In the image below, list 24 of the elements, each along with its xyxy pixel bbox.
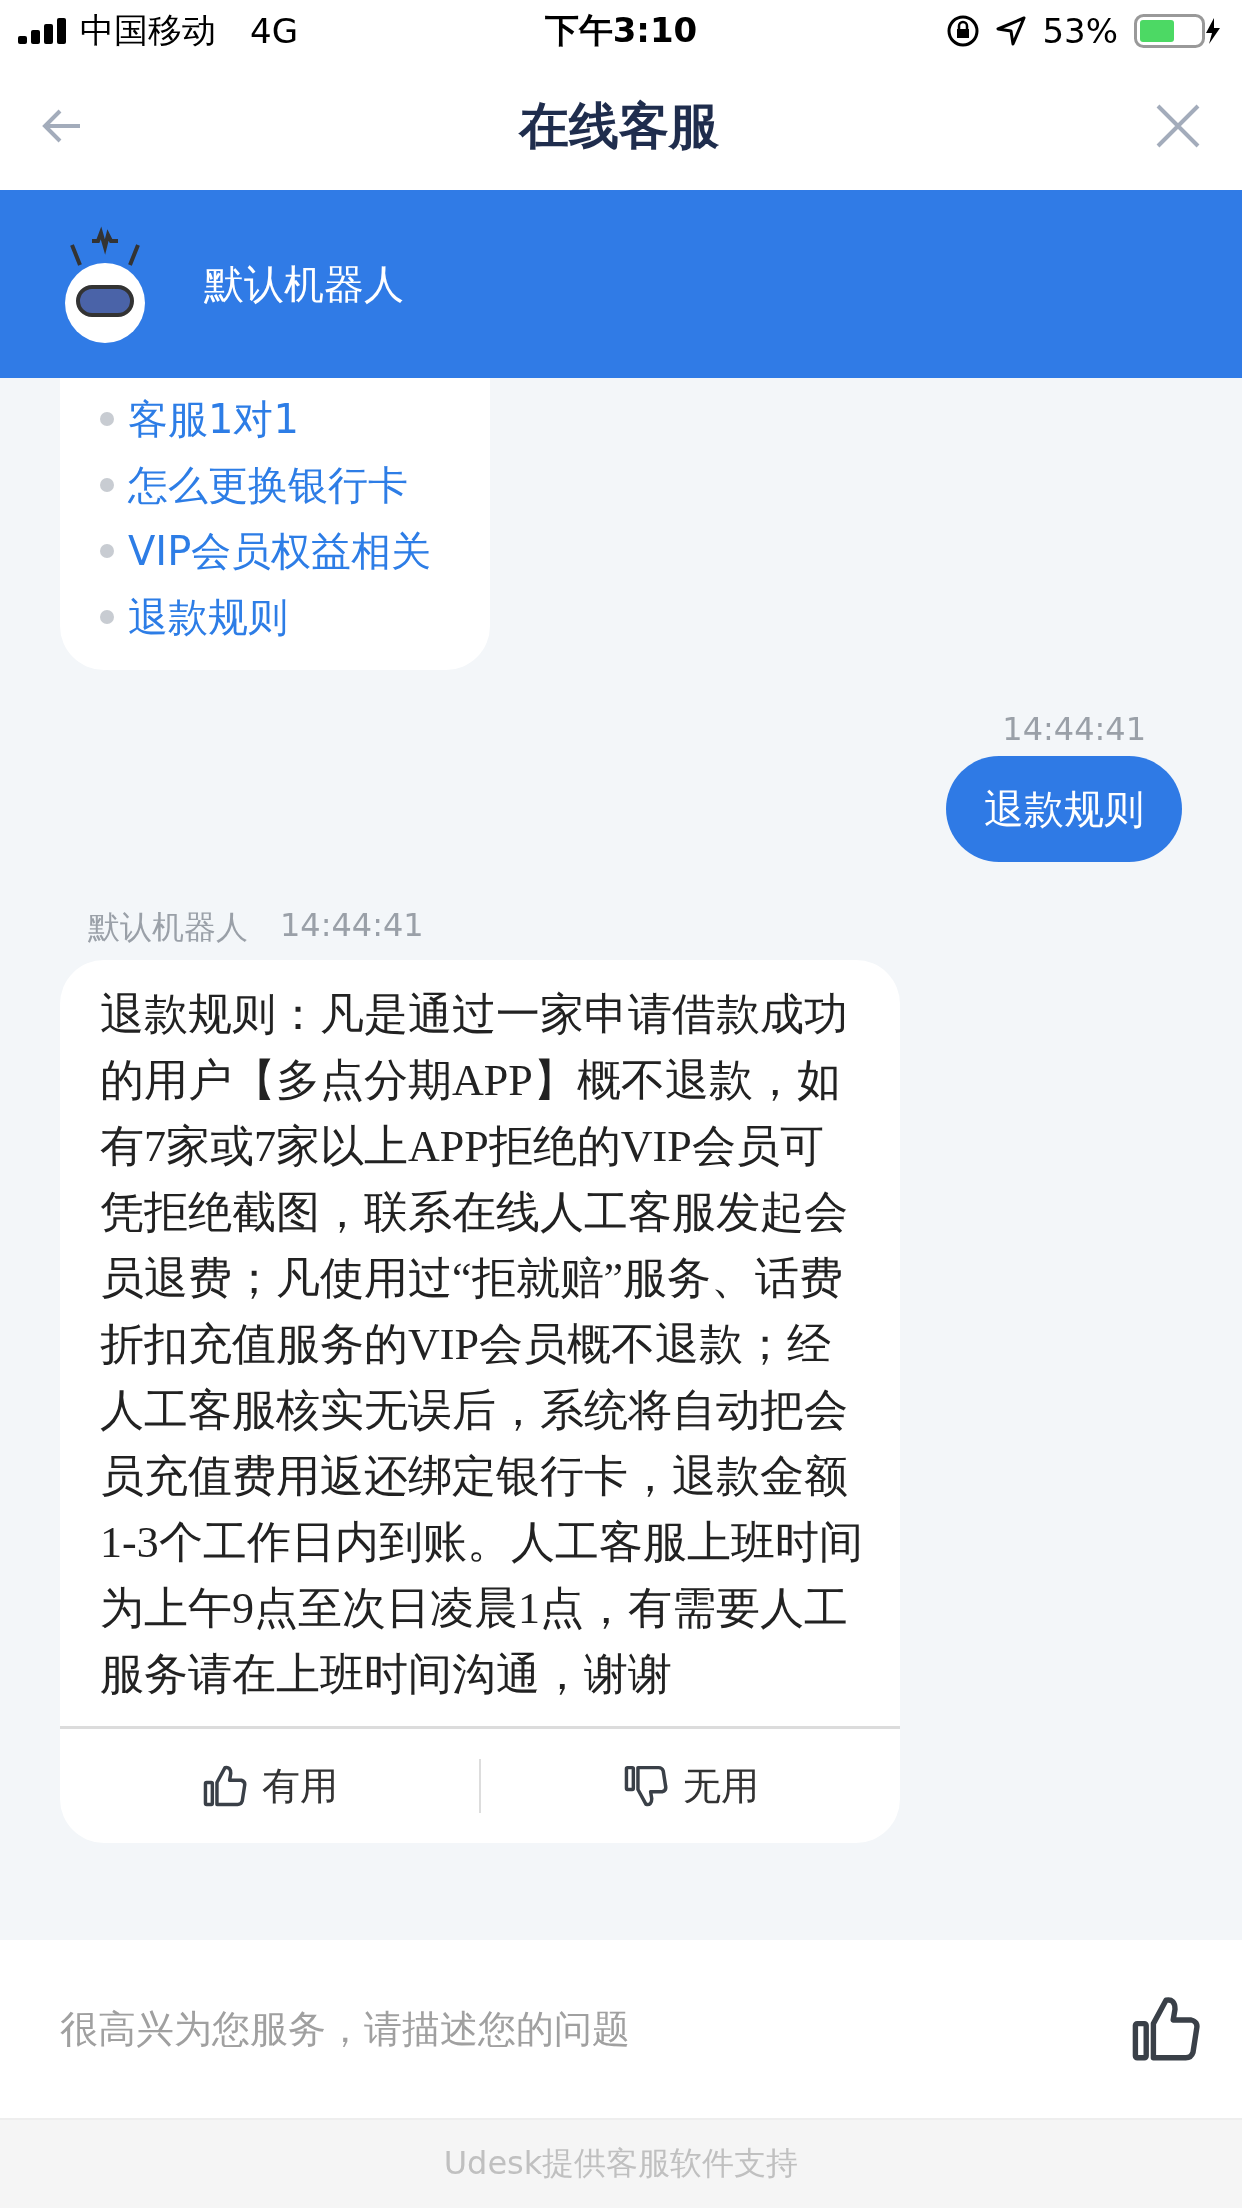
not-helpful-button[interactable]: 无用 — [481, 1729, 900, 1843]
quick-question-link[interactable]: 客服1对1 — [100, 386, 490, 452]
message-text: 退款规则：凡是通过一家申请借款成功的用户【多点分期APP】概不退款，如有7家或7家以上APP拒绝的VIP会员可凭拒绝截图，联系在线人工客服发起会员退费；凡使用过“拒就赔”服务、话费折扣充值服务的VIP会员概不退款；经人工客服核实无误后，系统将自动把会员充值费用返还绑定银行卡，退款金额1-3个工作日内到账。人工客服上班时间为上午9点至次日凌晨1点，有需要人工服务请在上班时间沟通，谢谢 — [99, 989, 864, 1701]
message-input[interactable]: 很高兴为您服务，请描述您的问题 — [58, 2006, 1130, 2052]
quick-question-link[interactable]: VIP会员权益相关 — [100, 518, 490, 584]
message-time: 14:44:41 — [1002, 710, 1146, 748]
page-title: 在线客服 — [519, 95, 719, 157]
rotation-lock-icon — [946, 14, 981, 48]
user-message-bubble: 退款规则 — [946, 756, 1182, 862]
thumbs-down-icon — [622, 1763, 669, 1809]
helpful-button[interactable]: 有用 — [60, 1729, 479, 1843]
carrier-name: 中国移动 — [80, 9, 216, 52]
close-icon[interactable] — [1154, 102, 1202, 150]
quick-question-link[interactable]: 怎么更换银行卡 — [100, 452, 490, 518]
sender-name: 默认机器人 — [88, 907, 248, 948]
quick-question-link[interactable]: 退款规则 — [100, 584, 490, 650]
network-type: 4G — [250, 11, 298, 51]
agent-name: 默认机器人 — [204, 259, 404, 309]
signal-icon — [18, 18, 68, 44]
clock-time: 下午3:10 — [544, 9, 698, 52]
thumbs-up-icon — [201, 1763, 248, 1809]
location-icon — [996, 16, 1027, 46]
battery-percent: 53% — [1042, 11, 1118, 51]
message-time: 14:44:41 — [280, 906, 424, 946]
